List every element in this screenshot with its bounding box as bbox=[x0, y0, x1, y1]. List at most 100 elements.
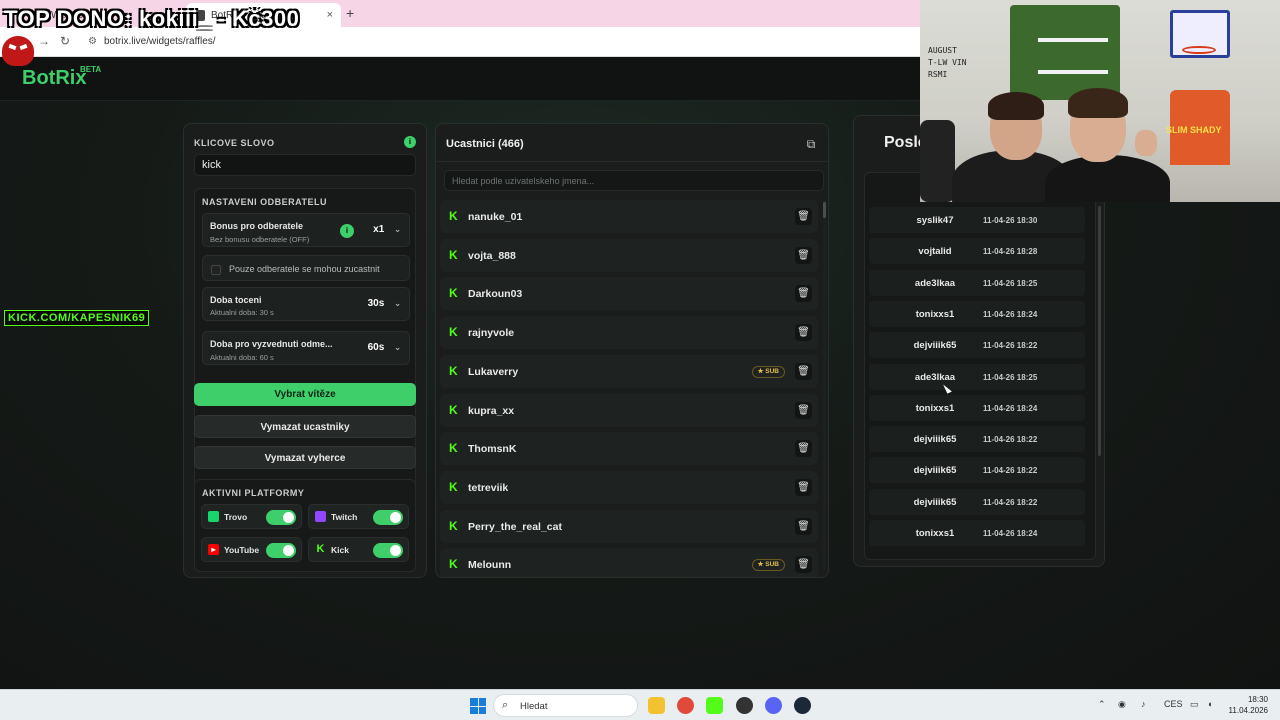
platform-name: Kick bbox=[331, 545, 349, 555]
taskbar-search[interactable]: ⌕ Hledat bbox=[493, 694, 638, 717]
participant-row[interactable]: K Perry_the_real_cat 🗑 bbox=[440, 509, 818, 543]
clear-winners-button[interactable]: Vymazat vyherce bbox=[194, 446, 416, 469]
participant-name: Melounn bbox=[468, 559, 512, 572]
winner-row: ade3lkaa 11-04-26 18:25 bbox=[869, 269, 1085, 296]
scrollbar[interactable] bbox=[1098, 206, 1101, 456]
chevron-down-icon: ⌄ bbox=[394, 225, 401, 234]
trash-icon[interactable]: 🗑 bbox=[795, 556, 812, 574]
system-clock[interactable]: 18:30 11.04.2026 bbox=[1228, 694, 1268, 716]
url-field[interactable]: botrix.live/widgets/raffles/ bbox=[104, 36, 216, 47]
wall-text-line: AUGUST bbox=[928, 46, 957, 55]
spin-duration-select[interactable]: 30s ⌄ bbox=[368, 298, 401, 309]
twitch-toggle[interactable] bbox=[373, 510, 403, 525]
new-tab-button[interactable]: + bbox=[346, 5, 354, 21]
wall-writing: AUGUST T-LW VIN RSMI bbox=[928, 45, 967, 81]
chrome-icon[interactable] bbox=[677, 697, 694, 714]
youtube-icon: ▸ bbox=[208, 544, 219, 555]
subs-only-row: Pouze odberatele se mohou zucastnit bbox=[202, 255, 410, 281]
trash-icon[interactable]: 🗑 bbox=[795, 478, 812, 496]
trash-icon[interactable]: 🗑 bbox=[795, 401, 812, 419]
steam-icon[interactable] bbox=[794, 697, 811, 714]
clock-date: 11.04.2026 bbox=[1228, 706, 1268, 715]
winner-time: 11-04-26 18:24 bbox=[983, 309, 1038, 319]
forward-icon[interactable]: → bbox=[38, 34, 50, 48]
display-icon[interactable]: ▭ bbox=[1190, 699, 1199, 710]
winner-name: dejviiik65 bbox=[913, 496, 957, 508]
trash-icon[interactable]: 🗑 bbox=[795, 285, 812, 303]
claim-duration-select[interactable]: 60s ⌄ bbox=[368, 342, 401, 353]
volume-icon[interactable]: ◖ bbox=[1207, 699, 1212, 709]
discord-icon[interactable] bbox=[765, 697, 782, 714]
trash-icon[interactable]: 🗑 bbox=[795, 440, 812, 458]
chevron-down-icon: ⌄ bbox=[394, 343, 401, 352]
participant-row[interactable]: Ktetreviik 🗑 bbox=[440, 470, 818, 504]
participant-row[interactable]: K ThomsnK 🗑 bbox=[440, 432, 818, 466]
spin-duration-row: Doba toceni Aktualni doba: 30 s 30s ⌄ bbox=[202, 287, 410, 321]
subs-only-label: Pouze odberatele se mohou zucastnit bbox=[229, 264, 380, 274]
trash-icon[interactable]: 🗑 bbox=[795, 362, 812, 380]
webcam-feed: SLIM SHADY AUGUST T-LW VIN RSMI bbox=[920, 0, 1280, 202]
trash-icon[interactable]: 🗑 bbox=[795, 208, 812, 225]
file-explorer-icon[interactable] bbox=[648, 697, 665, 714]
bonus-select[interactable]: x1 ⌄ bbox=[373, 224, 401, 235]
hand bbox=[1135, 130, 1157, 156]
participant-row[interactable]: Kvojta_888 🗑 bbox=[440, 238, 818, 272]
participant-row[interactable]: K Darkoun03 🗑 bbox=[440, 277, 818, 311]
chevron-down-icon: ⌄ bbox=[394, 299, 401, 308]
youtube-toggle[interactable] bbox=[266, 543, 296, 558]
chair bbox=[920, 120, 955, 202]
kick-app-icon[interactable] bbox=[706, 697, 723, 714]
platform-youtube: ▸ YouTube bbox=[201, 537, 302, 562]
platform-twitch: Twitch bbox=[308, 504, 409, 529]
active-platforms: AKTIVNI PLATFORMY Trovo Twitch ▸ YouTube… bbox=[194, 479, 416, 572]
winner-row: vojtalid 11-04-26 18:28 bbox=[869, 238, 1085, 265]
info-icon[interactable]: i bbox=[340, 224, 354, 238]
pick-winner-button[interactable]: Vybrat vítěze bbox=[194, 383, 416, 406]
participant-row[interactable]: K Lukaverry ★ SUB 🗑 bbox=[440, 354, 818, 388]
platform-name: Trovo bbox=[224, 512, 248, 522]
winner-time: 11-04-26 18:22 bbox=[983, 497, 1038, 507]
participants-title: Ucastnici (466) bbox=[446, 138, 524, 150]
kick-icon: K bbox=[449, 363, 458, 378]
winner-time: 11-04-26 18:22 bbox=[983, 435, 1038, 445]
platform-trovo: Trovo bbox=[201, 504, 302, 529]
keyword-input[interactable]: kick bbox=[194, 154, 416, 176]
copy-icon[interactable]: ⧉ bbox=[804, 137, 818, 151]
scrollbar[interactable] bbox=[823, 200, 826, 570]
winner-time: 11-04-26 18:28 bbox=[983, 247, 1038, 257]
microphone-icon[interactable]: ♪ bbox=[1141, 699, 1146, 709]
network-icon[interactable]: ◉ bbox=[1118, 699, 1126, 710]
chevron-up-icon[interactable]: ⌃ bbox=[1098, 699, 1106, 710]
site-info-icon[interactable]: ⚙ bbox=[88, 36, 97, 47]
windows-start-icon[interactable] bbox=[470, 698, 486, 714]
participant-row[interactable]: K Melounn ★ SUB 🗑 bbox=[440, 548, 818, 577]
info-icon[interactable]: i bbox=[404, 136, 416, 148]
participant-name: Perry_the_real_cat bbox=[468, 520, 562, 533]
participants-panel: Ucastnici (466) ⧉ Hledat podle uzivatels… bbox=[435, 123, 829, 578]
winner-row: dejviiik65 11-04-26 18:22 bbox=[869, 457, 1085, 484]
trovo-toggle[interactable] bbox=[266, 510, 296, 525]
trash-icon[interactable]: 🗑 bbox=[795, 324, 812, 342]
participant-row[interactable]: Knanuke_01 🗑 bbox=[440, 200, 818, 233]
participant-name: kupra_xx bbox=[468, 404, 515, 417]
winner-name: tonixxs1 bbox=[915, 528, 955, 539]
participant-search-input[interactable]: Hledat podle uzivatelskeho jmena... bbox=[444, 170, 824, 191]
winner-row: dejviiik65 11-04-26 18:22 bbox=[869, 426, 1085, 453]
language-indicator[interactable]: CES bbox=[1164, 699, 1183, 709]
close-icon[interactable]: × bbox=[327, 9, 333, 21]
botrix-logo[interactable]: BotRix bbox=[22, 67, 86, 90]
app-icon[interactable] bbox=[736, 697, 753, 714]
participant-row[interactable]: Krajnyvole 🗑 bbox=[440, 316, 818, 350]
winner-time: 11-04-26 18:25 bbox=[983, 372, 1038, 382]
winner-time: 11-04-26 18:22 bbox=[983, 341, 1038, 351]
twitch-icon bbox=[315, 511, 326, 522]
shelf bbox=[1038, 38, 1108, 42]
kick-icon: K bbox=[449, 479, 458, 494]
trash-icon[interactable]: 🗑 bbox=[795, 517, 812, 535]
reload-icon[interactable]: ↻ bbox=[60, 34, 70, 48]
participant-row[interactable]: Kkupra_xx 🗑 bbox=[440, 393, 818, 427]
subs-only-checkbox[interactable] bbox=[211, 265, 221, 275]
clear-participants-button[interactable]: Vymazat ucastniky bbox=[194, 415, 416, 438]
trash-icon[interactable]: 🗑 bbox=[795, 246, 812, 264]
kick-toggle[interactable] bbox=[373, 543, 403, 558]
